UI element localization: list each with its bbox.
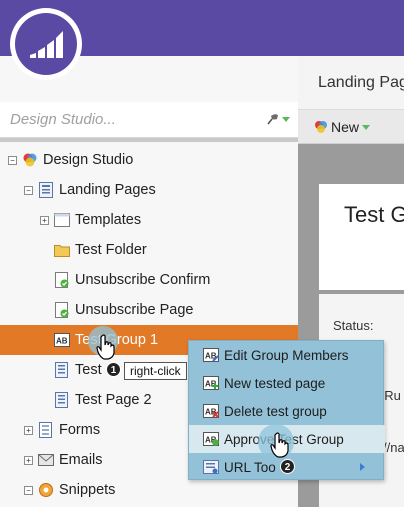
tree-item-label: Templates bbox=[75, 212, 142, 228]
expand-icon[interactable]: + bbox=[40, 215, 49, 225]
new-color-wheel-icon bbox=[315, 120, 327, 133]
tree-item-label: Snippets bbox=[59, 482, 116, 498]
new-tested-page-icon: AB bbox=[203, 375, 219, 391]
tree-item-unsubscribe-page[interactable]: Unsubscribe Page bbox=[0, 295, 298, 325]
tree-item-templates[interactable]: + Templates bbox=[0, 205, 298, 235]
expand-icon[interactable]: + bbox=[24, 425, 33, 435]
tree-item-unsubscribe-confirm[interactable]: Unsubscribe Confirm bbox=[0, 265, 298, 295]
test-group-icon: AB bbox=[54, 332, 70, 348]
card-title: Test G bbox=[344, 202, 404, 227]
approved-page-icon bbox=[54, 272, 70, 288]
filter-tools[interactable] bbox=[266, 112, 290, 126]
preview-card: Test G bbox=[319, 184, 404, 290]
tree-item-label: Unsubscribe Page bbox=[75, 302, 194, 318]
page-icon bbox=[54, 362, 70, 378]
page-icon bbox=[54, 392, 70, 408]
chevron-down-icon bbox=[362, 124, 371, 130]
pin-icon[interactable] bbox=[266, 112, 280, 126]
approve-test-group-icon: AB bbox=[203, 431, 219, 447]
edit-group-members-icon: AB bbox=[203, 347, 219, 363]
menu-item-delete-test-group[interactable]: AB Delete test group bbox=[189, 397, 385, 425]
collapse-icon[interactable]: − bbox=[24, 485, 33, 495]
page-title-bar: Landing Pag bbox=[298, 56, 404, 110]
tree-item-label: Forms bbox=[59, 422, 101, 438]
emails-icon bbox=[38, 452, 54, 468]
toolbar: New bbox=[298, 110, 404, 144]
right-click-tooltip: right-click bbox=[124, 362, 187, 380]
forms-icon bbox=[38, 422, 54, 438]
snippets-icon bbox=[38, 482, 54, 498]
menu-item-label: Edit Group Members bbox=[224, 347, 349, 363]
menu-item-label: URL Too bbox=[224, 459, 276, 475]
marketo-logo-icon[interactable] bbox=[10, 8, 82, 80]
page-title: Landing Pag bbox=[318, 74, 404, 91]
design-studio-icon bbox=[22, 152, 38, 168]
menu-item-label: Delete test group bbox=[224, 403, 327, 419]
tree-item-label: Test Page 2 bbox=[75, 392, 152, 408]
url-fragment: //na bbox=[383, 440, 404, 455]
search-input[interactable]: Design Studio... bbox=[10, 111, 116, 128]
tree-search-bar: Design Studio... bbox=[0, 102, 298, 138]
collapse-icon[interactable]: − bbox=[24, 185, 33, 195]
status-label: Status: bbox=[333, 318, 374, 333]
expand-icon[interactable]: + bbox=[24, 455, 33, 465]
tree-item-label: Design Studio bbox=[43, 152, 134, 168]
menu-item-new-tested-page[interactable]: AB New tested page bbox=[189, 369, 385, 397]
tree-item-label: Test Folder bbox=[75, 242, 147, 258]
chevron-down-icon[interactable] bbox=[282, 115, 290, 123]
tree-item-landing-pages[interactable]: − Landing Pages bbox=[0, 175, 298, 205]
svg-text:AB: AB bbox=[56, 337, 68, 346]
templates-icon bbox=[54, 212, 70, 228]
tree-item-label: Emails bbox=[59, 452, 103, 468]
tree-item-test-folder[interactable]: Test Folder bbox=[0, 235, 298, 265]
folder-icon bbox=[54, 242, 70, 258]
hand-cursor-icon bbox=[96, 334, 115, 360]
tree-item-label: Landing Pages bbox=[59, 182, 156, 198]
menu-item-edit-group-members[interactable]: AB Edit Group Members bbox=[189, 341, 385, 369]
hand-cursor-icon bbox=[270, 432, 289, 458]
submenu-arrow-icon bbox=[360, 463, 365, 471]
tree-divider bbox=[0, 138, 298, 142]
step-1-badge: 1 bbox=[106, 362, 121, 377]
new-button-label: New bbox=[331, 118, 360, 135]
landing-pages-icon bbox=[38, 182, 54, 198]
step-2-badge: 2 bbox=[280, 459, 295, 474]
tree-item-label: Test bbox=[75, 362, 102, 378]
collapse-icon[interactable]: − bbox=[8, 155, 17, 165]
tree-item-design-studio[interactable]: − Design Studio bbox=[0, 145, 298, 175]
delete-test-group-icon: AB bbox=[203, 403, 219, 419]
approved-page-icon bbox=[54, 302, 70, 318]
tree-item-label: Unsubscribe Confirm bbox=[75, 272, 211, 288]
new-button[interactable]: New bbox=[314, 118, 371, 135]
url-tools-icon bbox=[203, 459, 219, 475]
menu-item-label: New tested page bbox=[224, 375, 326, 391]
